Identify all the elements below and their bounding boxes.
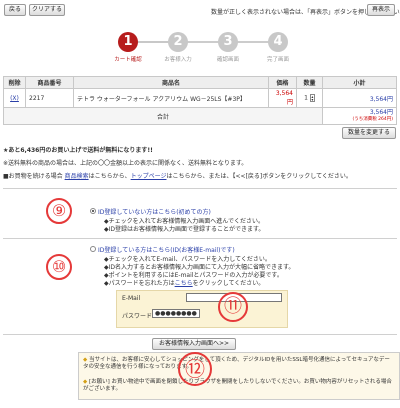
step-label: お客様入力 [164, 57, 192, 63]
step-label: カート確認 [114, 57, 142, 63]
col-qty: 数量 [296, 76, 323, 89]
ssl-note: ◆ 当サイトは、お客様に安心してショッピングをして頂くため、デジタルIDを用いた… [83, 357, 395, 371]
step-confirm: 3 確認画面 [208, 32, 248, 63]
continue-prefix: ■お買物を続ける場合 [3, 173, 63, 180]
registered-customer-title: ID登録している方はこちら(ID(お客様E-mail)です) [98, 247, 235, 254]
item-code: 2217 [25, 88, 74, 108]
warning-note: ◆ [お願い] お買い物途中で画面を閉鎖したりブラウザを開閉をしたりしないでくだ… [83, 379, 395, 393]
continue-shopping-text: ■お買物を続ける場合 商品検索はこちらから、トップページはこちらから、または、【… [3, 171, 352, 180]
annotation-marker-12: ⑫ [178, 352, 212, 386]
ssl-note-text: 当サイトは、お客様に安心してショッピングをして頂くため、デジタルIDを用いたSS… [83, 357, 390, 370]
step-customer-input: 2 お客様入力 [158, 32, 198, 63]
cart-table: 削除 商品番号 商品名 価格 数量 小計 (X) 2217 テトラ ウォーターフ… [3, 76, 397, 125]
col-delete: 削除 [3, 76, 26, 89]
step-complete: 4 完了画面 [258, 32, 298, 63]
annotation-marker-9: ⑨ [46, 198, 72, 224]
top-page-link[interactable]: トップページ [131, 173, 167, 180]
change-quantity-button[interactable]: 数量を変更する [342, 127, 396, 139]
col-price: 価格 [268, 76, 297, 89]
qty-value[interactable]: 1 [304, 95, 308, 102]
step-cart: 1 カート確認 [108, 32, 148, 63]
checkout-steps: 1 カート確認 2 お客様入力 3 確認画面 4 完了画面 [108, 32, 298, 68]
item-name: テトラ ウォーターフォール アクアリウム WG－25LS【#3P】 [73, 88, 269, 108]
step-number: 4 [268, 32, 288, 52]
registered-note-4: ◆パスワードを忘れた方はこちらをクリックしてください。 [104, 278, 264, 287]
step-number: 2 [168, 32, 188, 52]
divider [3, 334, 397, 335]
info-icon: ◆ [83, 357, 88, 363]
product-search-link[interactable]: 商品検索 [65, 173, 89, 180]
notes-box: ◆ 当サイトは、お客様に安心してショッピングをして頂くため、デジタルIDを用いた… [78, 352, 400, 400]
forgot-prefix: ◆パスワードを忘れた方は [104, 280, 175, 287]
divider [3, 238, 397, 239]
password-label: パスワード [122, 313, 153, 320]
tax-note: (うち消費税 264円) [352, 117, 393, 122]
item-subtotal: 3,564円 [322, 88, 397, 108]
total-label: 合計 [3, 107, 323, 125]
new-customer-note-2: ◆ID登録はお客様情報入力画面で登録することができます。 [104, 226, 265, 233]
continue-mid: はこちらから、 [88, 173, 131, 180]
warning-note-text: [お願い] お買い物途中で画面を閉鎖したりブラウザを開閉をしたりしないでください… [83, 379, 392, 392]
step-number: 3 [218, 32, 238, 52]
proceed-customer-input-button[interactable]: お客様情報入力画面へ>> [152, 338, 236, 350]
email-label: E-Mail [122, 295, 141, 302]
col-code: 商品番号 [25, 76, 74, 89]
divider [3, 188, 397, 189]
col-subtotal: 小計 [322, 76, 397, 89]
forgot-password-link[interactable]: こちら [175, 280, 193, 287]
new-customer-title: ID登録していない方はこちら(初めての方) [98, 209, 211, 216]
warning-icon: ◆ [83, 379, 88, 385]
continue-suffix: はこちらから、または、【<<[戻る]ボタンをクリックしてください。 [166, 173, 352, 180]
password-field[interactable]: ●●●●●●●● [152, 309, 200, 318]
total-row: 合計 3,564円 (うち消費税 264円) [3, 107, 397, 125]
annotation-marker-11: ⑪ [218, 292, 248, 322]
back-button[interactable]: 戻る [4, 4, 26, 16]
step-label: 確認画面 [216, 57, 239, 63]
col-name: 商品名 [73, 76, 269, 89]
radio-new-customer[interactable] [90, 208, 96, 214]
cart-header-row: 削除 商品番号 商品名 価格 数量 小計 [3, 76, 397, 89]
annotation-marker-10: ⑩ [46, 254, 72, 280]
total-value: 3,564円 [369, 109, 393, 116]
free-shipping-notice: ★あと6,436円のお買い上げで送料が無料になります!! [3, 147, 153, 154]
step-label: 完了画面 [266, 57, 289, 63]
forgot-suffix: をクリックしてください。 [192, 280, 265, 287]
step-number: 1 [118, 32, 138, 52]
reload-button[interactable]: 再表示 [367, 4, 395, 16]
delete-item-link[interactable]: (X) [10, 95, 19, 102]
qty-cell: 1 ▴ ▾ [296, 88, 323, 108]
shipping-note: ※送料無料の商品の場合は、上記の〇〇金額以上の表示に関係なく、送料無料となります… [3, 160, 248, 167]
clear-button[interactable]: クリアする [29, 4, 65, 16]
radio-registered-customer[interactable] [90, 246, 96, 252]
qty-stepper[interactable]: ▴ ▾ [309, 94, 315, 102]
item-price: 3,564円 [268, 88, 297, 108]
table-row: (X) 2217 テトラ ウォーターフォール アクアリウム WG－25LS【#3… [3, 88, 397, 108]
